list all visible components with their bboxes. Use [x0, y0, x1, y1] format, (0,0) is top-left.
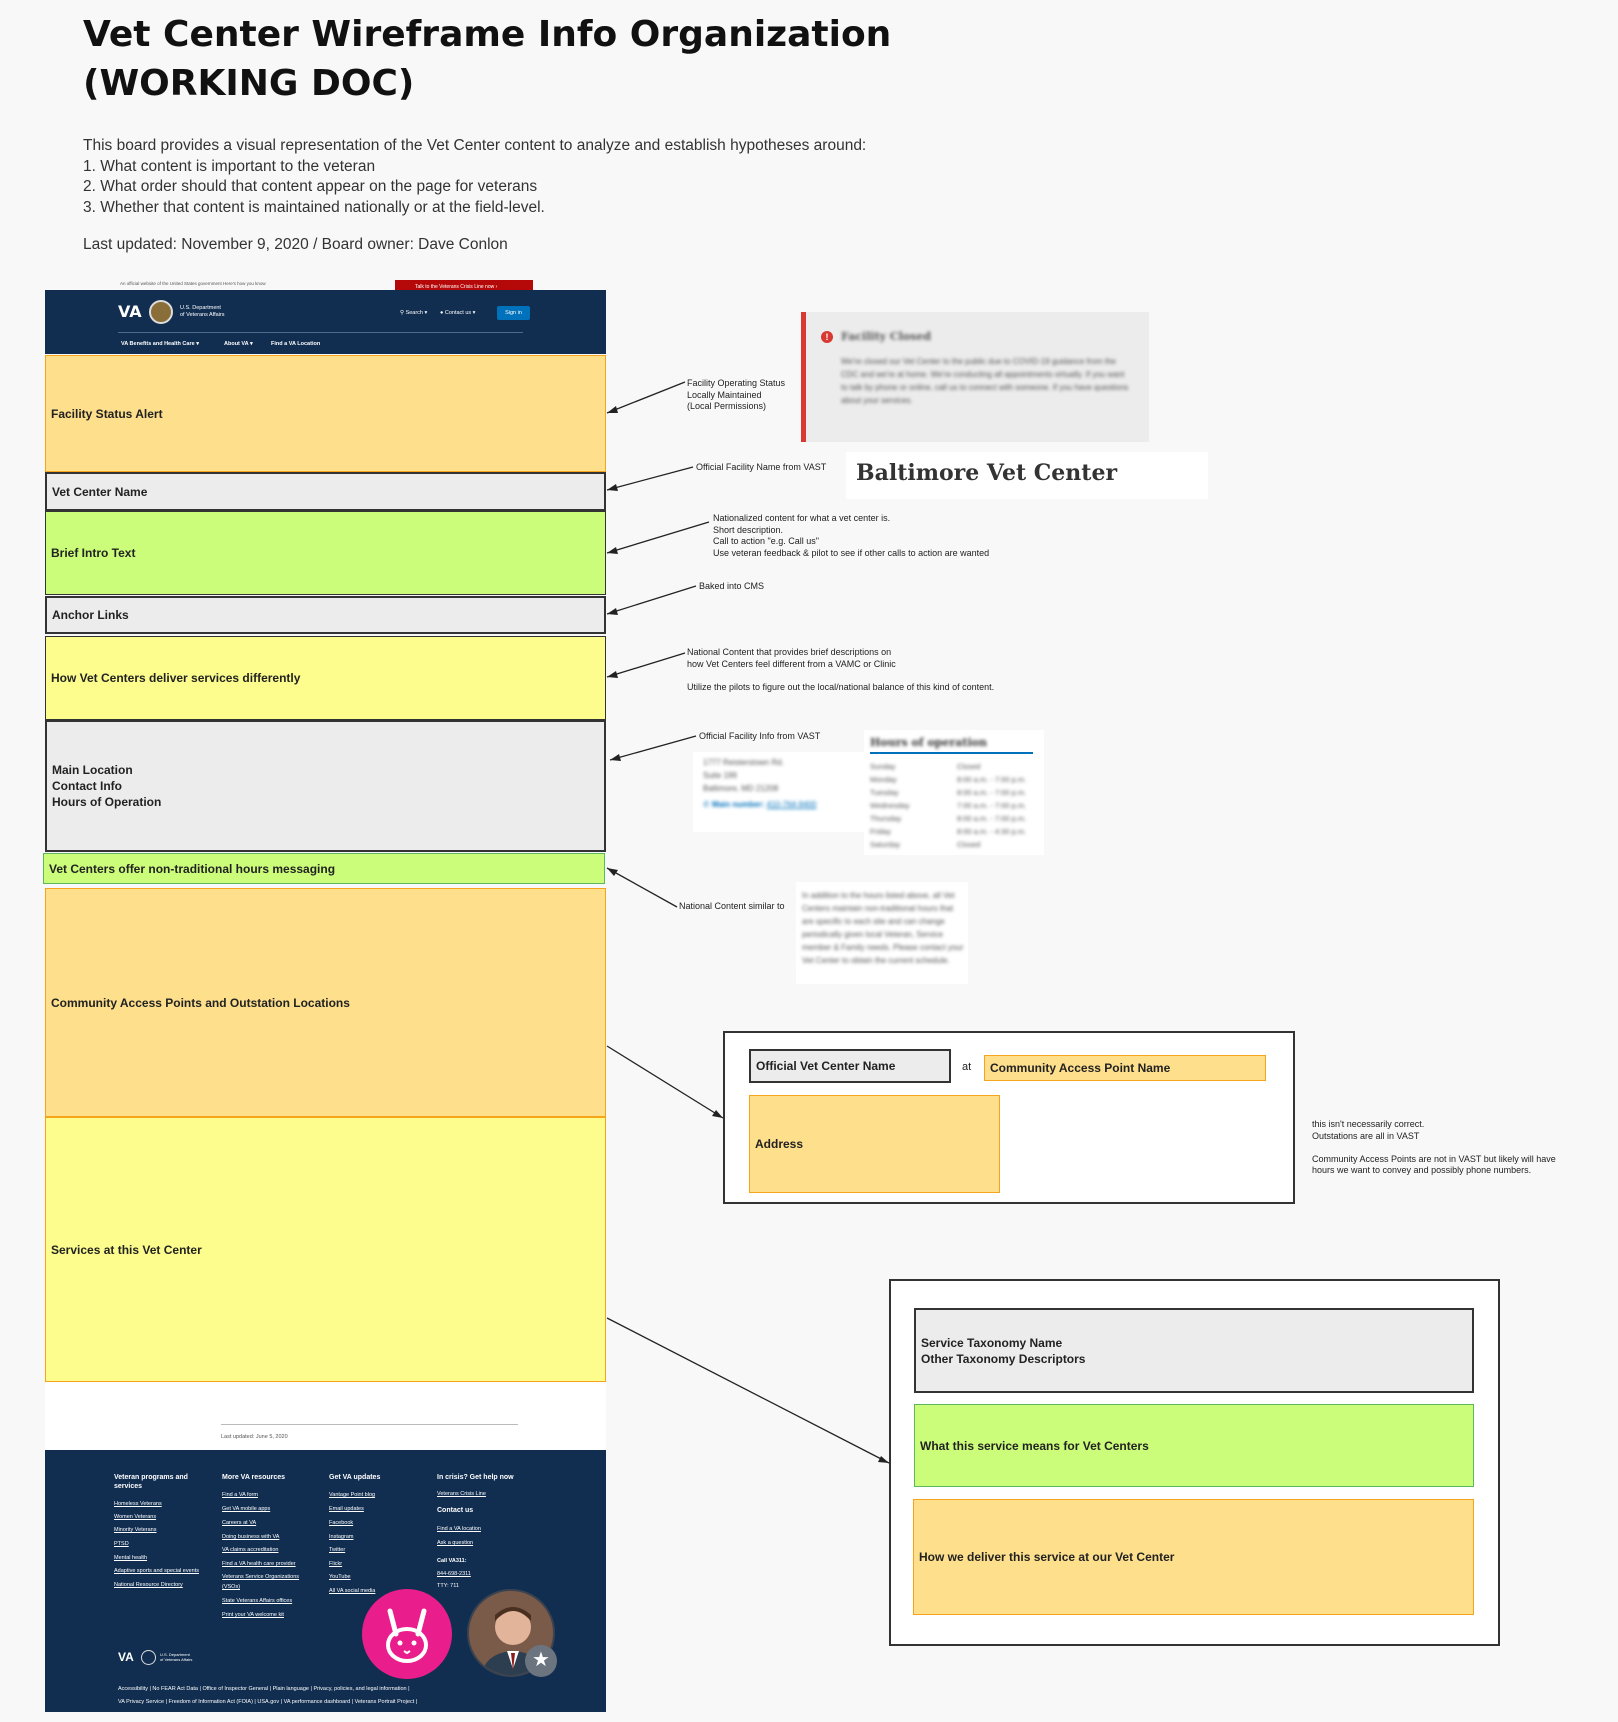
- baltimore-vet-center-name: Baltimore Vet Center: [856, 460, 1118, 486]
- annotation-how-different: National Content that provides brief des…: [687, 647, 995, 692]
- connector-line: [606, 466, 694, 491]
- non-traditional-body: In addition to the hours listed above, a…: [802, 891, 964, 965]
- arrow-head-icon: [607, 484, 618, 491]
- connector-line: [606, 521, 710, 554]
- hours-time: 8:00 a.m. - 7:00 p.m.: [957, 788, 1027, 797]
- connector-line: [606, 652, 686, 678]
- connector-line: [609, 735, 697, 761]
- hours-title: Hours of operation: [870, 736, 987, 749]
- facility-closed-title: Facility Closed: [841, 330, 932, 343]
- community-access-point-name-box: Community Access Point Name: [984, 1055, 1266, 1081]
- annotation-facility-name: Official Facility Name from VAST: [696, 462, 827, 472]
- at-label: at: [962, 1061, 972, 1073]
- hours-day: Friday: [870, 827, 891, 836]
- arrow-head-icon: [610, 754, 621, 761]
- hours-day: Tuesday: [870, 788, 899, 797]
- hours-day: Sunday: [870, 762, 896, 771]
- hours-day: Wednesday: [870, 801, 910, 810]
- connector-line: [606, 1045, 724, 1119]
- connector-line: [606, 585, 697, 615]
- hours-day: Monday: [870, 775, 897, 784]
- address-text: 1777 Reisterstown Rd. Suite 199 Baltimor…: [703, 758, 784, 793]
- hours-time: 8:00 a.m. - 7:00 p.m.: [957, 775, 1027, 784]
- main-number[interactable]: ✆ Main number: 410-764-9400: [703, 800, 816, 809]
- arrow-head-icon: [607, 671, 618, 678]
- connector-line: [606, 867, 678, 908]
- hours-time: Closed: [957, 762, 981, 771]
- facility-closed-body: We're closed our Vet Center to the publi…: [841, 357, 1129, 405]
- annotation-non-traditional: National Content similar to: [679, 901, 785, 911]
- alert-accent-bar: [801, 312, 806, 442]
- annotation-anchor-links: Baked into CMS: [699, 581, 765, 591]
- service-taxonomy-box: Service Taxonomy Name Other Taxonomy Des…: [914, 1308, 1474, 1393]
- main-number-label: Main number:: [711, 800, 765, 809]
- service-means-box: What this service means for Vet Centers: [914, 1404, 1474, 1487]
- hours-rule: [870, 752, 1033, 754]
- main-number-value: 410-764-9400: [766, 800, 817, 809]
- arrow-head-icon: [712, 1110, 723, 1118]
- annotation-intro-text: Nationalized content for what a vet cent…: [713, 513, 990, 558]
- hours-time: Closed: [957, 840, 981, 849]
- service-deliver-box: How we deliver this service at our Vet C…: [913, 1499, 1474, 1615]
- hours-time: 8:00 a.m. - 4:30 p.m.: [957, 827, 1027, 836]
- annotation-community-note: this isn't necessarily correct. Outstati…: [1312, 1119, 1556, 1175]
- hours-time: 8:00 a.m. - 7:00 p.m.: [957, 814, 1027, 823]
- hours-time: 7:00 a.m. - 7:00 p.m.: [957, 801, 1027, 810]
- alert-icon: !: [821, 331, 833, 343]
- arrow-head-icon: [607, 547, 618, 554]
- arrow-head-icon: [607, 608, 618, 615]
- arrow-head-icon: [607, 406, 618, 413]
- official-vet-center-name-box: Official Vet Center Name: [749, 1049, 951, 1083]
- hours-day: Thursday: [870, 814, 902, 823]
- arrow-head-icon: [878, 1456, 889, 1463]
- connector-line: [606, 381, 686, 414]
- address-box: Address: [749, 1095, 1000, 1193]
- arrow-head-icon: [607, 868, 618, 876]
- hours-day: Saturday: [870, 840, 901, 849]
- annotation-facility-info: Official Facility Info from VAST: [699, 731, 821, 741]
- phone-icon: ✆: [703, 800, 710, 809]
- connector-line: [606, 1317, 890, 1464]
- annotation-facility-status: Facility Operating Status Locally Mainta…: [687, 378, 786, 411]
